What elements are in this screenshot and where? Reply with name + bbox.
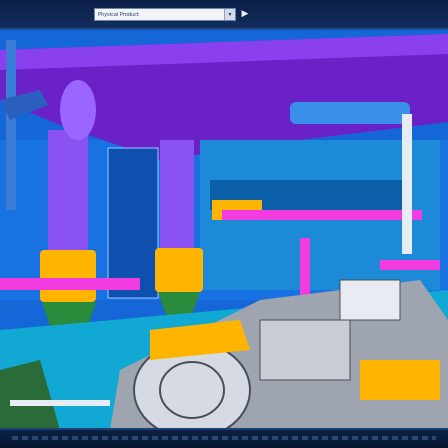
cad-application-window: Physical Product ▾ ▶ [0, 0, 448, 448]
magenta-pipe-horizontal [222, 210, 422, 220]
gearbox [259, 319, 351, 381]
flange-center [155, 248, 203, 292]
magenta-pipe-right [380, 260, 440, 270]
dropdown-arrow-icon[interactable]: ▾ [224, 9, 235, 20]
magenta-pipe-vertical [300, 238, 310, 298]
pipe-elbow-left [60, 80, 96, 140]
top-toolbar: Physical Product ▾ ▶ [0, 0, 448, 30]
flange-left [40, 250, 96, 302]
foreground-rail [10, 400, 110, 406]
magenta-pipe-lower [0, 278, 140, 290]
status-indicator-strip [12, 436, 436, 440]
product-selector-value: Physical Product [98, 11, 139, 18]
pump-head [339, 279, 401, 321]
vertical-pipe-right [402, 114, 412, 254]
3d-viewport[interactable] [0, 30, 448, 430]
equipment-rack-left [107, 147, 159, 299]
ceiling-light-fixture [290, 102, 410, 124]
product-selector-dropdown[interactable]: Physical Product ▾ [94, 8, 236, 21]
machine-base-right [360, 360, 440, 400]
play-arrow-icon[interactable]: ▶ [240, 8, 250, 20]
bottom-status-bar [0, 428, 448, 448]
plant-model-scene[interactable] [0, 30, 448, 430]
left-pipe [6, 40, 16, 210]
